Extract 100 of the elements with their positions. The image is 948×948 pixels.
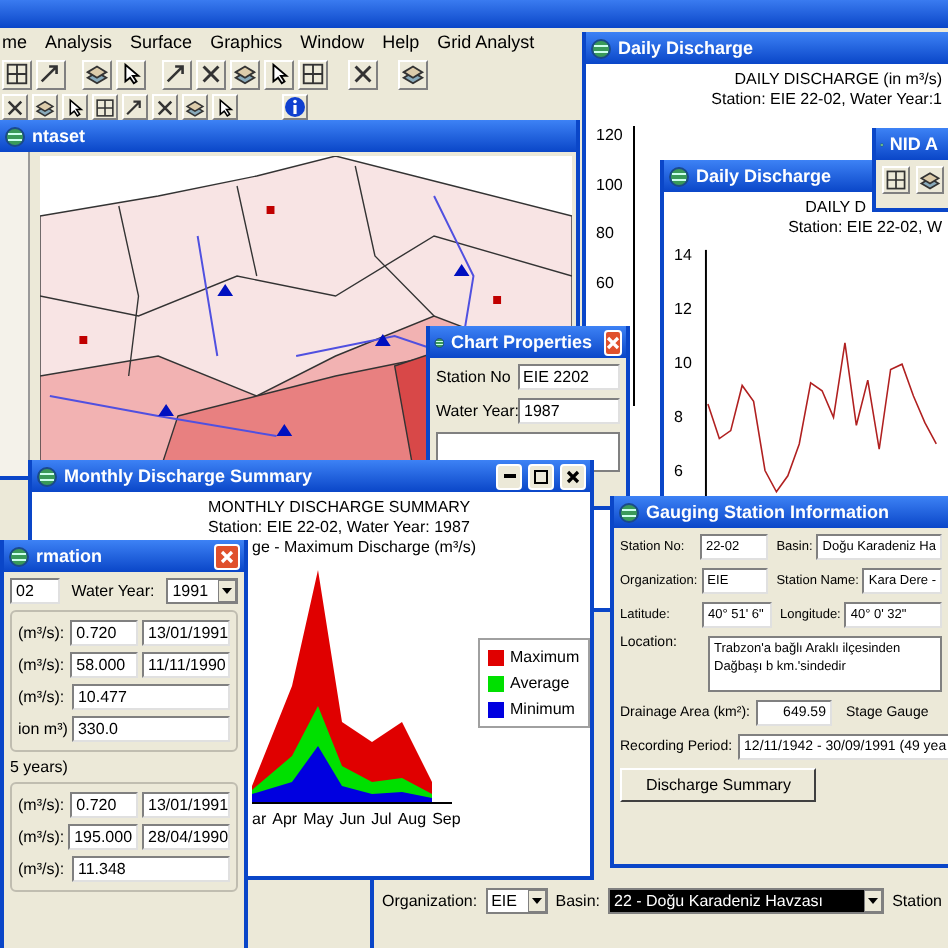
text-field[interactable]: 1987 bbox=[518, 398, 620, 424]
text-field[interactable]: 0.720 bbox=[70, 792, 138, 818]
layers-icon bbox=[400, 60, 426, 88]
text-field[interactable]: 13/01/1991 bbox=[142, 792, 230, 818]
maximize-button[interactable] bbox=[528, 463, 554, 489]
toolbar-button[interactable] bbox=[2, 94, 28, 120]
close-icon bbox=[606, 335, 620, 349]
toolbar-button[interactable] bbox=[32, 94, 58, 120]
dropdown[interactable]: 22 - Doğu Karadeniz Havzası bbox=[608, 888, 885, 914]
axis-tick-label: May bbox=[303, 810, 334, 828]
window-title: NID A bbox=[889, 134, 938, 154]
chart-heading: DAILY D bbox=[805, 198, 866, 216]
menu-item[interactable]: Help bbox=[382, 32, 420, 52]
toolbar-button[interactable] bbox=[916, 166, 944, 194]
caret-icon bbox=[218, 580, 236, 602]
toolbar-button[interactable] bbox=[230, 59, 260, 89]
text-field[interactable]: 28/04/1990 bbox=[142, 824, 231, 850]
axis-tick-label: Aug bbox=[397, 810, 427, 828]
window-title: ntaset bbox=[32, 126, 86, 146]
window-title: rmation bbox=[36, 546, 103, 566]
toolbar-button[interactable] bbox=[116, 59, 146, 89]
window-title: Daily Discharge bbox=[696, 166, 832, 186]
field-label: (m³/s): bbox=[18, 796, 67, 814]
menu-item[interactable]: Grid Analyst bbox=[437, 32, 535, 52]
toolbar-button[interactable] bbox=[182, 94, 208, 120]
menu-item[interactable]: Window bbox=[300, 32, 365, 52]
layers-icon bbox=[84, 60, 110, 88]
grid-icon bbox=[4, 60, 30, 88]
chart-caption: ge - Maximum Discharge (m³/s) bbox=[252, 538, 477, 556]
text-field[interactable]: 10.477 bbox=[71, 684, 230, 710]
axis-tick-label: Jun bbox=[339, 810, 366, 828]
toolbar-button[interactable] bbox=[196, 59, 226, 89]
info-icon bbox=[284, 96, 306, 118]
layers-icon bbox=[232, 60, 258, 88]
toolbar-button[interactable] bbox=[2, 59, 32, 89]
toolbar-button[interactable] bbox=[82, 59, 112, 89]
axis-tick-label: 100 bbox=[596, 175, 623, 196]
discharge-summary-button[interactable]: Discharge Summary bbox=[620, 768, 817, 802]
text-field[interactable]: 195.000 bbox=[68, 824, 139, 850]
chart-heading: MONTHLY DISCHARGE SUMMARY bbox=[208, 498, 471, 516]
toolbar-button[interactable] bbox=[36, 59, 66, 89]
field-label: Station No bbox=[436, 368, 512, 386]
text-field[interactable]: 0.720 bbox=[70, 620, 138, 646]
axis-tick-label: 12 bbox=[674, 300, 692, 320]
field-label: (m³/s): bbox=[18, 688, 67, 706]
text-field[interactable]: 11.348 bbox=[71, 856, 230, 882]
minimize-button[interactable] bbox=[496, 463, 522, 489]
close-button[interactable] bbox=[560, 463, 586, 489]
text-field[interactable]: 330.0 bbox=[71, 716, 230, 742]
toolbar-button[interactable] bbox=[92, 94, 118, 120]
grid-icon bbox=[300, 60, 326, 88]
axis-tick-label: ar bbox=[252, 810, 267, 828]
close-icon bbox=[566, 469, 580, 483]
toolbar-button[interactable] bbox=[152, 94, 178, 120]
toolbar-button[interactable] bbox=[212, 94, 238, 120]
chart-heading: DAILY DISCHARGE (in m³/s) bbox=[734, 70, 942, 88]
toolbar-button[interactable] bbox=[62, 94, 88, 120]
axis-tick-label: 8 bbox=[674, 408, 685, 428]
field-label: (m³/s): bbox=[18, 656, 67, 674]
axis-tick-label: Jul bbox=[371, 810, 392, 828]
toolbar-button[interactable] bbox=[398, 59, 428, 89]
toolbar-button[interactable] bbox=[882, 166, 910, 194]
caret-icon bbox=[527, 890, 546, 912]
menu-item[interactable]: Graphics bbox=[210, 32, 283, 52]
field-label: Organization: bbox=[382, 892, 478, 910]
dropdown[interactable]: EIE bbox=[485, 888, 548, 914]
cross-icon bbox=[198, 60, 224, 88]
axis-tick-label: 80 bbox=[596, 224, 616, 245]
toolbar-button[interactable] bbox=[298, 59, 328, 89]
field-label: Basin: bbox=[555, 892, 600, 910]
text-field[interactable]: EIE 2202 bbox=[517, 364, 620, 390]
menu-item[interactable]: me bbox=[2, 32, 28, 52]
layers-icon bbox=[918, 166, 942, 194]
menu-item[interactable]: Analysis bbox=[45, 32, 113, 52]
text-field[interactable]: 58.000 bbox=[70, 652, 138, 678]
text-field[interactable]: 11/11/1990 bbox=[142, 652, 230, 678]
grid-icon bbox=[94, 93, 116, 121]
axis-tick-label: Sep bbox=[432, 810, 461, 828]
axis-tick-label: 10 bbox=[674, 354, 692, 374]
close-icon bbox=[220, 549, 234, 563]
toolbar-button[interactable] bbox=[348, 59, 378, 89]
text-field[interactable]: 02 bbox=[10, 578, 60, 604]
arrow-icon bbox=[164, 60, 190, 88]
field-label: (m³/s): bbox=[18, 860, 67, 878]
text-field[interactable]: 13/01/1991 bbox=[142, 620, 230, 646]
field-label: Water Year: bbox=[71, 582, 155, 600]
cross-icon bbox=[350, 60, 376, 88]
dropdown[interactable]: 1991 bbox=[166, 578, 238, 604]
menu-item[interactable]: Surface bbox=[130, 32, 193, 52]
axis-tick-label: 120 bbox=[596, 126, 623, 146]
toolbar-button[interactable] bbox=[282, 94, 308, 120]
pointer-icon bbox=[214, 93, 236, 121]
field-label: ion m³) bbox=[18, 720, 68, 738]
toolbar-button[interactable] bbox=[264, 59, 294, 89]
axis-tick-label: 60 bbox=[596, 273, 616, 294]
axis-tick-label: 6 bbox=[674, 462, 685, 482]
chart-subtitle: Station: EIE 22-02, Water Year: 1987 bbox=[208, 518, 470, 536]
toolbar-button[interactable] bbox=[162, 59, 192, 89]
toolbar-button[interactable] bbox=[122, 94, 148, 120]
chart-subtitle: Station: EIE 22-02, W bbox=[788, 218, 942, 236]
